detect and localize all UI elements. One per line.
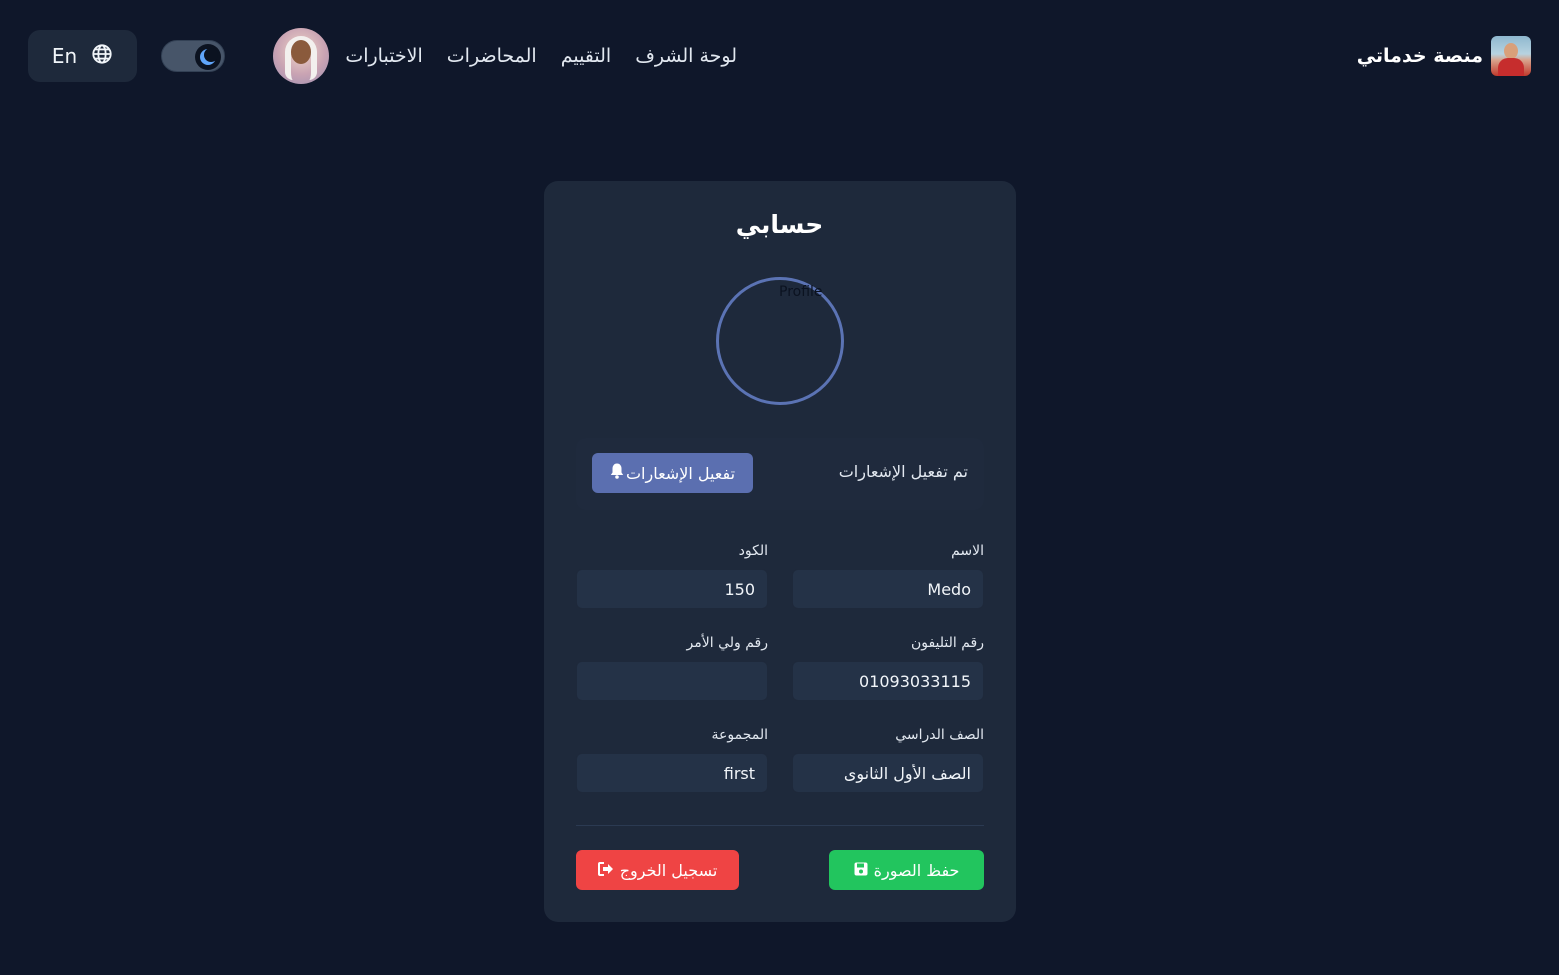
name-label: الاسم [951, 543, 984, 559]
code-field[interactable] [576, 569, 768, 609]
enable-notifications-button[interactable]: تفعيل الإشعارات [592, 453, 753, 493]
brand[interactable]: منصة خدماتي [1357, 36, 1531, 76]
grade-label: الصف الدراسي [895, 727, 984, 743]
name-field[interactable] [792, 569, 984, 609]
grade-field[interactable] [792, 753, 984, 793]
nav-item-exams[interactable]: الاختبارات [345, 45, 422, 67]
logout-label: تسجيل الخروج [619, 860, 718, 880]
parent-phone-field[interactable] [576, 661, 768, 701]
profile-image-alt: Profile [779, 284, 823, 300]
theme-toggle[interactable] [161, 40, 225, 72]
parent-phone-label: رقم ولي الأمر [686, 635, 768, 651]
logout-button[interactable]: تسجيل الخروج [576, 850, 739, 890]
nav-item-honor-board[interactable]: لوحة الشرف [635, 45, 737, 67]
bell-icon [610, 463, 624, 483]
sign-out-icon [597, 861, 614, 880]
globe-icon [91, 43, 113, 70]
language-label: En [51, 44, 78, 68]
page-title: حسابي [735, 210, 824, 239]
nav-item-lectures[interactable]: المحاضرات [447, 45, 537, 67]
group-field[interactable] [576, 753, 768, 793]
phone-field[interactable] [792, 661, 984, 701]
floppy-disk-icon [854, 861, 868, 880]
brand-logo [1491, 36, 1531, 76]
divider [576, 825, 984, 826]
save-image-button[interactable]: حفظ الصورة [829, 850, 984, 890]
notifications-status: تم تفعيل الإشعارات [838, 462, 968, 481]
enable-notifications-label: تفعيل الإشعارات [625, 463, 736, 483]
phone-label: رقم التليفون [910, 635, 984, 651]
group-label: المجموعة [711, 727, 768, 743]
language-button[interactable]: En [28, 30, 137, 82]
top-navbar: منصة خدماتي الاختبارات المحاضرات التقييم… [0, 0, 1559, 112]
save-image-label: حفظ الصورة [873, 860, 960, 880]
nav-item-evaluation[interactable]: التقييم [561, 45, 612, 67]
code-label: الكود [738, 543, 768, 559]
main-nav: الاختبارات المحاضرات التقييم لوحة الشرف [345, 40, 737, 72]
user-avatar[interactable] [273, 28, 329, 84]
brand-name: منصة خدماتي [1356, 45, 1483, 67]
moon-icon [195, 44, 221, 70]
